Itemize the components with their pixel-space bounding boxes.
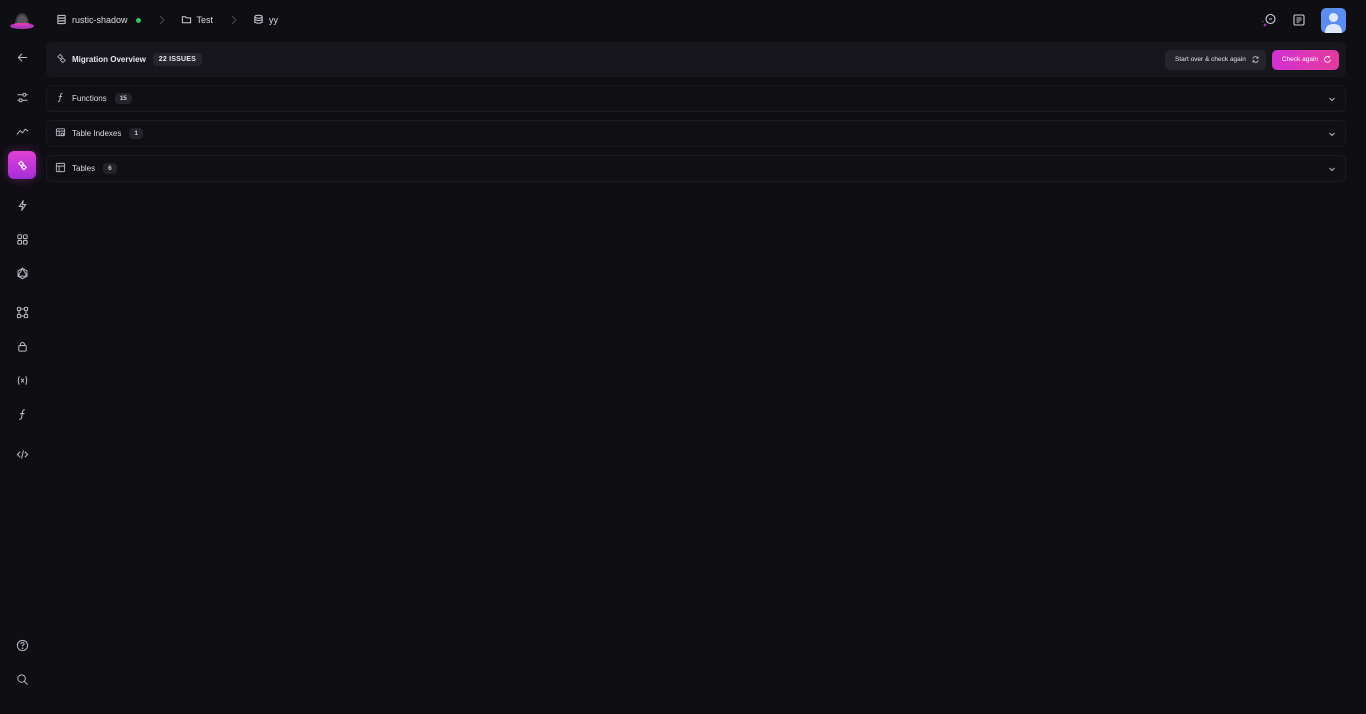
function-icon xyxy=(18,408,25,420)
status-online-dot xyxy=(135,17,141,23)
function-icon xyxy=(55,90,66,108)
start-over-button[interactable]: Start over & check again xyxy=(1165,49,1266,70)
grid-icon xyxy=(16,233,28,245)
section-label: Table Indexes xyxy=(72,129,122,138)
sidebar-item-help[interactable] xyxy=(8,631,36,659)
sidebar-item-params[interactable] xyxy=(8,366,36,394)
section-tables-header: Tables 6 xyxy=(55,160,117,178)
chevron-down-icon[interactable] xyxy=(1327,129,1337,139)
chevron-right-icon xyxy=(231,15,237,25)
section-table-indexes-header: Table Indexes 1 xyxy=(55,125,143,143)
reset-icon xyxy=(1252,56,1259,63)
link-icon xyxy=(56,51,67,69)
sidebar-item-dashboards[interactable] xyxy=(8,225,36,253)
sidebar-item-api[interactable] xyxy=(8,440,36,468)
section-functions[interactable]: Functions 15 xyxy=(46,85,1346,112)
overview-actions: Start over & check again Check again xyxy=(1165,49,1339,70)
sidebar-item-modules[interactable] xyxy=(8,298,36,326)
avatar[interactable] xyxy=(1321,7,1346,33)
chevron-down-icon[interactable] xyxy=(1327,94,1337,104)
sidebar-item-monitoring[interactable] xyxy=(8,117,36,145)
sidebar-item-back[interactable] xyxy=(8,43,36,71)
migration-overview-header: Migration Overview 22 ISSUES xyxy=(56,51,203,69)
sidebar-item-functions[interactable] xyxy=(8,400,36,428)
sidebar-item-settings[interactable] xyxy=(8,83,36,111)
count-badge: 6 xyxy=(103,163,117,174)
table-index-icon xyxy=(55,125,66,143)
ai-assistant-icon[interactable] xyxy=(1261,12,1277,28)
section-table-indexes[interactable]: Table Indexes 1 xyxy=(46,120,1346,147)
sidebar xyxy=(0,40,44,714)
main-content: Migration Overview 22 ISSUES Start over … xyxy=(46,42,1346,182)
news-icon[interactable] xyxy=(1291,12,1307,28)
issues-badge: 22 ISSUES xyxy=(152,53,203,66)
lock-icon xyxy=(17,341,27,352)
breadcrumb: rustic-shadow Test yy xyxy=(56,0,278,40)
help-icon xyxy=(16,639,28,651)
count-badge: 15 xyxy=(114,93,132,104)
count-badge: 1 xyxy=(129,128,143,139)
check-again-button-label: Check again xyxy=(1281,56,1318,63)
breadcrumb-project[interactable]: Test xyxy=(181,14,214,27)
activity-icon xyxy=(16,127,28,135)
page-title: Migration Overview xyxy=(72,55,146,64)
app-root: rustic-shadow Test yy Migration Overview… xyxy=(0,0,1366,714)
sidebar-item-access[interactable] xyxy=(8,332,36,360)
start-over-button-label: Start over & check again xyxy=(1175,56,1246,63)
refresh-icon xyxy=(1324,55,1331,63)
top-bar: rustic-shadow Test yy xyxy=(0,0,1366,40)
sidebar-item-graphql[interactable] xyxy=(8,259,36,287)
folder-icon xyxy=(181,14,192,27)
breadcrumb-instance-label: rustic-shadow xyxy=(72,15,128,25)
arrow-left-icon xyxy=(17,52,27,62)
breadcrumb-instance[interactable]: rustic-shadow xyxy=(56,14,141,27)
sidebar-item-search[interactable] xyxy=(8,665,36,693)
breadcrumb-database[interactable]: yy xyxy=(253,14,278,27)
top-right-actions xyxy=(1261,7,1346,33)
database-icon xyxy=(253,14,264,27)
migration-overview-bar: Migration Overview 22 ISSUES Start over … xyxy=(46,42,1346,77)
breadcrumb-database-label: yy xyxy=(269,15,279,25)
section-tables[interactable]: Tables 6 xyxy=(46,155,1346,182)
logo-icon[interactable] xyxy=(9,9,35,31)
sidebar-item-migration[interactable] xyxy=(8,151,36,179)
section-label: Tables xyxy=(72,164,96,173)
search-icon xyxy=(16,673,28,685)
chevron-right-icon xyxy=(159,15,165,25)
sidebar-item-events[interactable] xyxy=(8,191,36,219)
lightning-icon xyxy=(17,199,27,211)
nodes-icon xyxy=(16,306,28,318)
section-label: Functions xyxy=(72,94,107,103)
sliders-icon xyxy=(16,92,28,102)
chevron-down-icon[interactable] xyxy=(1327,164,1337,174)
section-functions-header: Functions 15 xyxy=(55,90,132,108)
server-icon xyxy=(56,14,67,27)
graphql-icon xyxy=(16,266,28,279)
table-icon xyxy=(55,160,66,178)
code-icon xyxy=(16,449,28,459)
breadcrumb-project-label: Test xyxy=(196,15,214,25)
link-icon xyxy=(17,160,27,170)
check-again-button[interactable]: Check again xyxy=(1271,49,1339,70)
variable-icon xyxy=(17,375,27,385)
